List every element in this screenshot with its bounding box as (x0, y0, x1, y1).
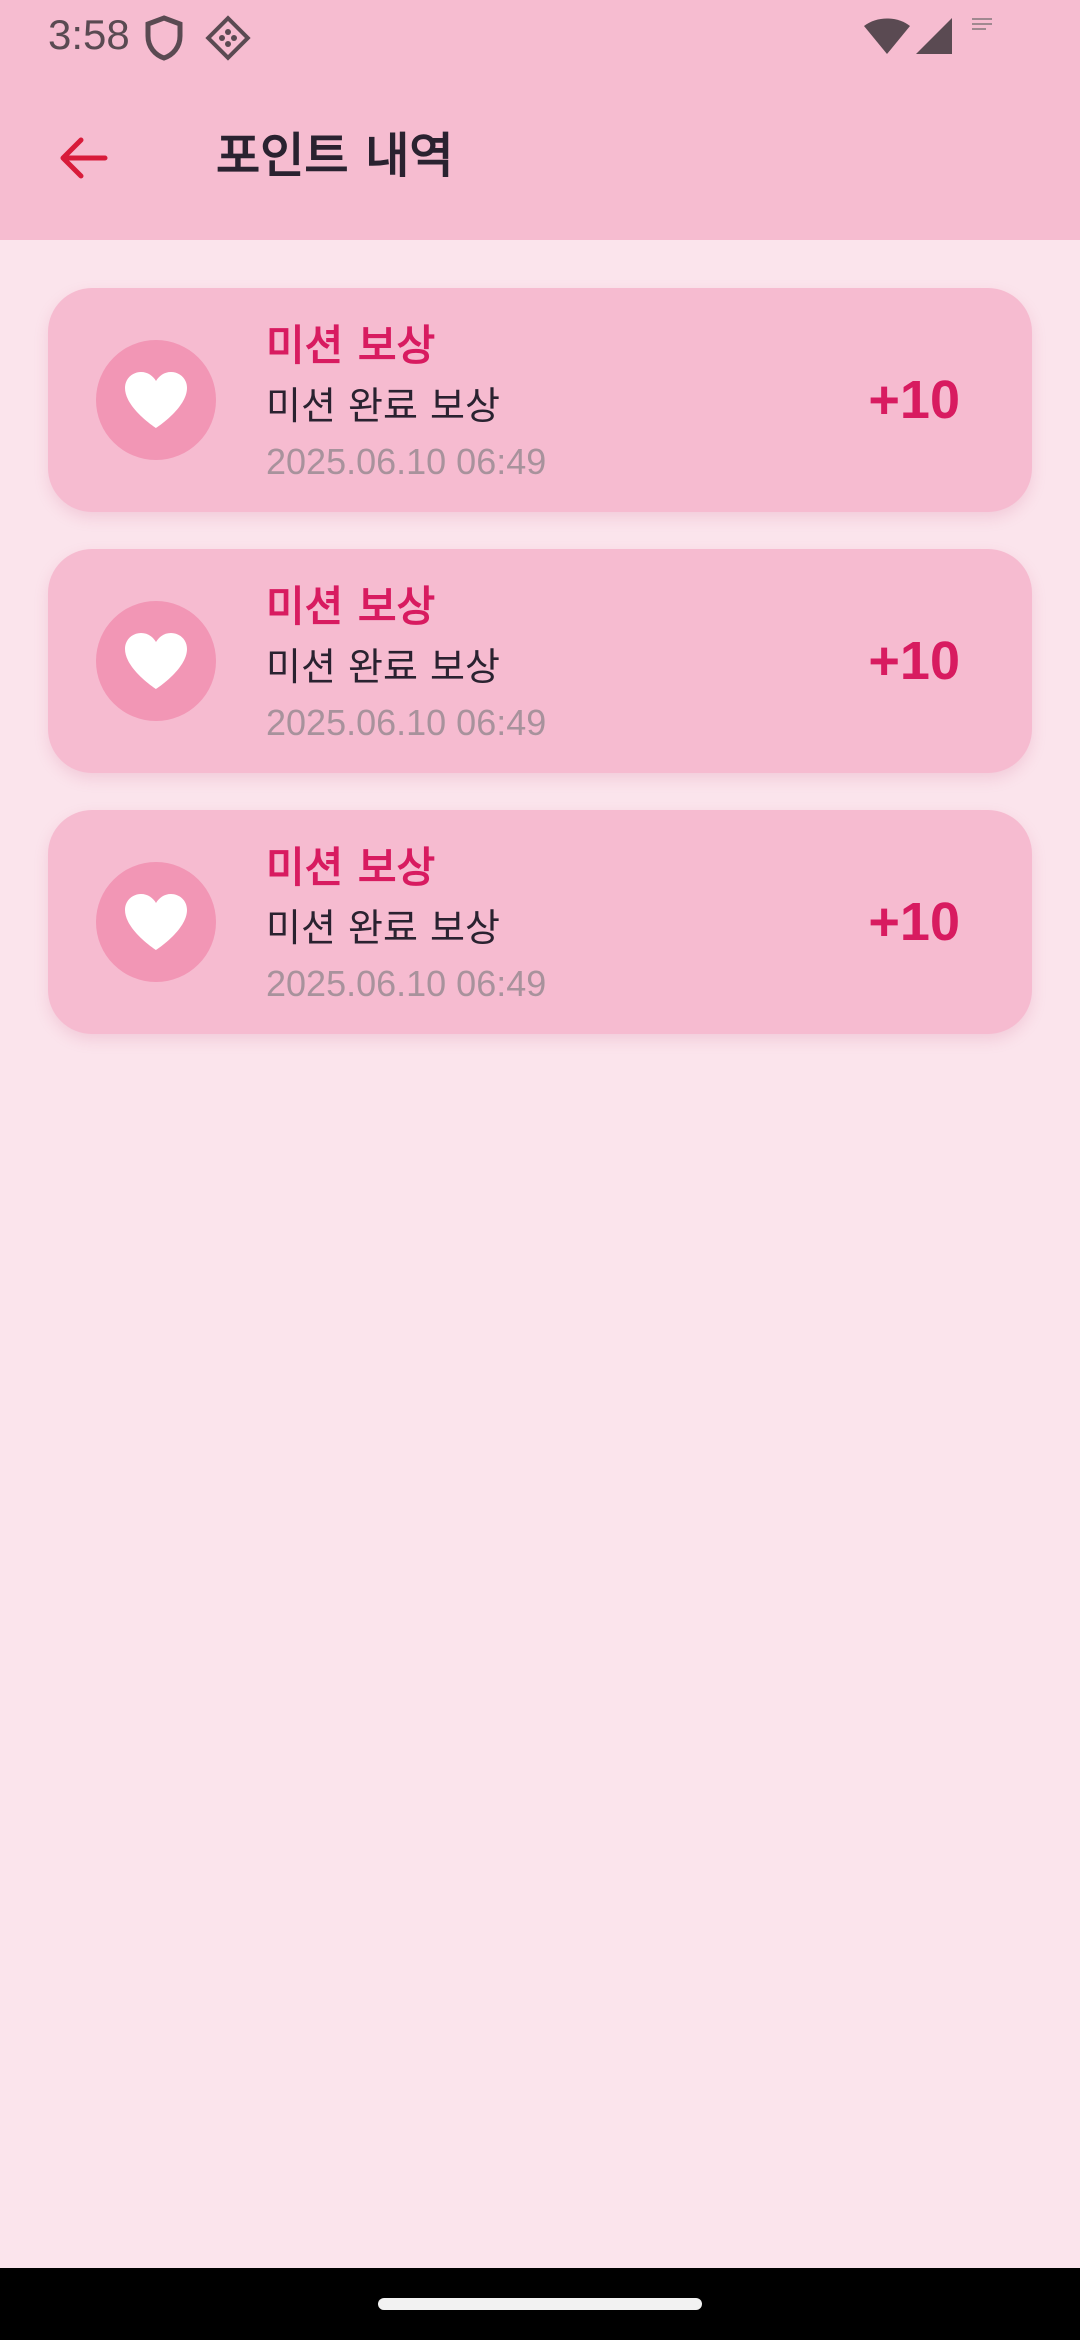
wifi-icon (862, 16, 912, 60)
item-description: 미션 완료 보상 (266, 384, 500, 428)
notification-icon (972, 18, 994, 38)
heart-icon (96, 862, 216, 982)
list-item[interactable]: 미션 보상 미션 완료 보상 2025.06.10 06:49 +10 (48, 288, 1032, 512)
system-navigation-bar (0, 2268, 1080, 2340)
heart-icon (96, 340, 216, 460)
shield-icon (142, 14, 186, 66)
status-time: 3:58 (48, 11, 130, 58)
item-title: 미션 보상 (266, 582, 436, 631)
vpn-key-icon (204, 14, 252, 66)
list-item[interactable]: 미션 보상 미션 완료 보상 2025.06.10 06:49 +10 (48, 810, 1032, 1034)
item-description: 미션 완료 보상 (266, 645, 500, 689)
item-points: +10 (868, 370, 960, 430)
points-history-list: 미션 보상 미션 완료 보상 2025.06.10 06:49 +10 미션 보… (48, 288, 1032, 1071)
cell-signal-icon (914, 16, 954, 60)
item-description: 미션 완료 보상 (266, 906, 500, 950)
page-title: 포인트 내역 (216, 128, 454, 184)
item-title: 미션 보상 (266, 843, 436, 892)
item-date: 2025.06.10 06:49 (266, 441, 547, 482)
item-date: 2025.06.10 06:49 (266, 963, 547, 1004)
heart-icon (96, 601, 216, 721)
item-points: +10 (868, 631, 960, 691)
arrow-left-icon (55, 134, 109, 182)
home-indicator[interactable] (378, 2298, 702, 2310)
item-title: 미션 보상 (266, 321, 436, 370)
item-date: 2025.06.10 06:49 (266, 702, 547, 743)
back-button[interactable] (40, 116, 124, 200)
app-bar: 3:58 포인트 내역 (0, 0, 1080, 240)
list-item[interactable]: 미션 보상 미션 완료 보상 2025.06.10 06:49 +10 (48, 549, 1032, 773)
item-points: +10 (868, 892, 960, 952)
